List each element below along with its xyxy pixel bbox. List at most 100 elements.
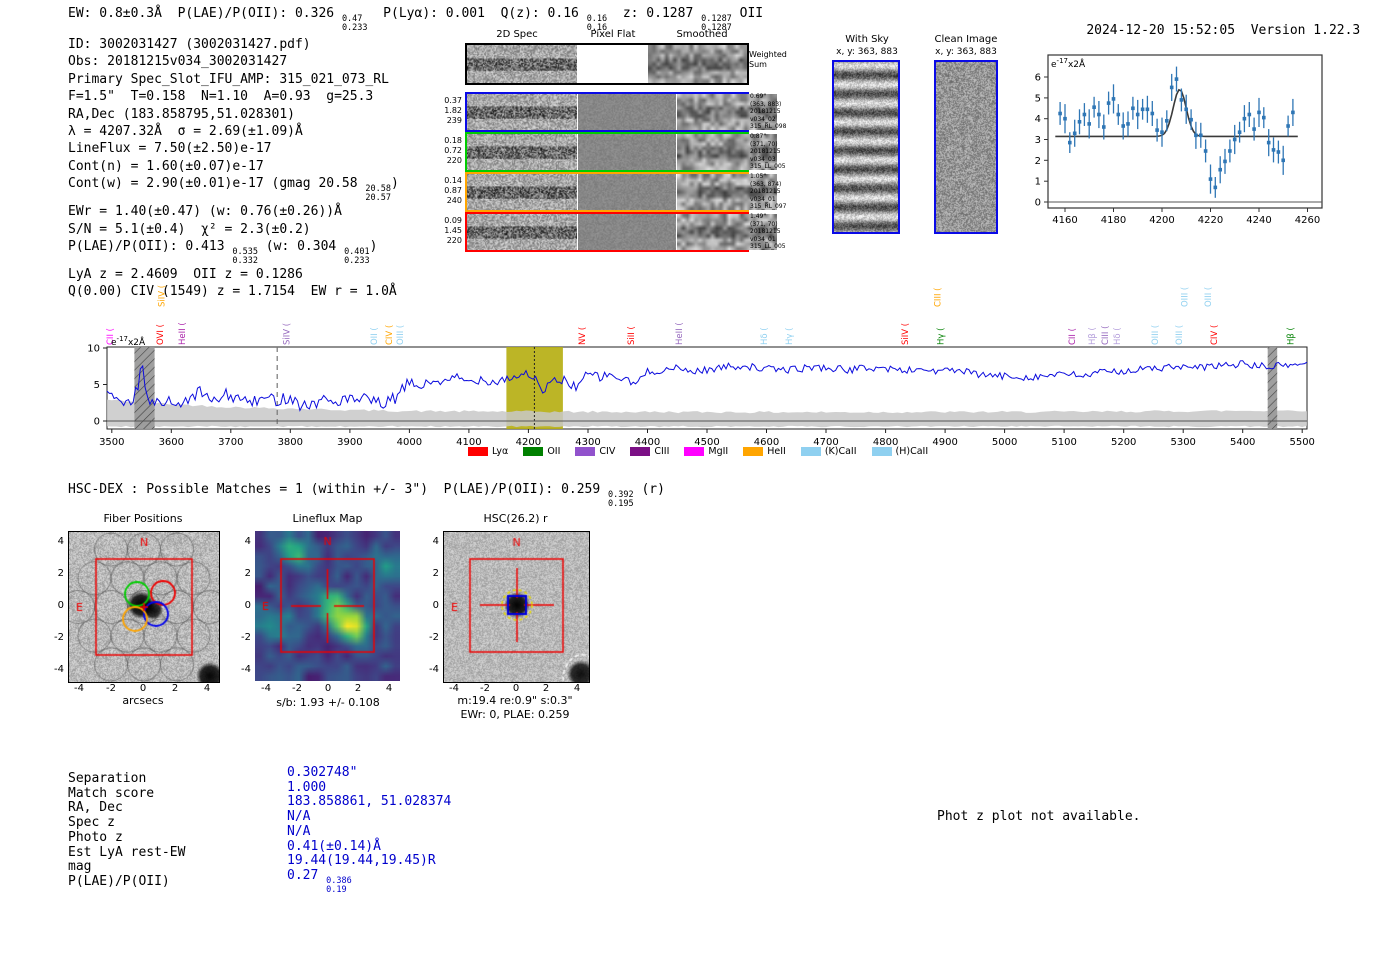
timestamp: 2024-12-20 15:52:05	[1086, 23, 1235, 38]
spec2d-row-left-labels: 0.371.82239	[436, 96, 462, 126]
cutout-ytick-label: -4	[421, 664, 439, 675]
cutout-xtick-label: 2	[536, 683, 556, 694]
cutout-xtick-label: 0	[133, 683, 153, 694]
spec2d-row-strip	[465, 132, 749, 172]
fiber-positions-xlabel: arcsecs	[68, 694, 218, 707]
svg-text:5500: 5500	[1289, 437, 1314, 448]
legend-item: CIV	[575, 446, 615, 457]
cutout-xtick-label: 0	[318, 683, 338, 694]
version-label: Version 1.22.3	[1251, 23, 1361, 38]
match-table-value: 0.302748"	[287, 766, 451, 781]
svg-text:5: 5	[1035, 93, 1041, 104]
info-line: F=1.5" T=0.158 N=1.10 A=0.93 g=25.3	[68, 88, 399, 105]
spec2d-row-strip	[465, 92, 749, 132]
svg-text:SiIV (: SiIV (	[158, 285, 168, 307]
svg-text:5000: 5000	[992, 437, 1017, 448]
info-line: RA,Dec (183.858795,51.028301)	[68, 106, 399, 123]
lineflux-map-image	[255, 531, 400, 681]
svg-text:4000: 4000	[397, 437, 422, 448]
match-table-label: Match score	[68, 787, 185, 802]
info-line: Cont(n) = 1.60(±0.07)e-17	[68, 158, 399, 175]
svg-text:OIII (: OIII (	[1151, 325, 1161, 345]
svg-text:OII (: OII (	[370, 327, 380, 345]
cutout-ytick-label: 4	[46, 536, 64, 547]
cutout-xtick-label: -2	[101, 683, 121, 694]
cutout-ytick-label: -2	[233, 632, 251, 643]
match-table-value: 183.858861, 51.028374	[287, 795, 451, 810]
svg-text:1: 1	[1035, 177, 1041, 188]
cutout-xtick-label: -4	[69, 683, 89, 694]
cutout-ytick-label: 2	[233, 568, 251, 579]
svg-text:Hγ (: Hγ (	[785, 328, 795, 345]
info-line: LineFlux = 7.50(±2.50)e-17	[68, 140, 399, 157]
with-sky-header: With Sky x, y: 363, 883	[812, 34, 922, 58]
spec2d-col-title-2: Pixel Flat	[583, 29, 643, 40]
clean-image-header: Clean Image x, y: 363, 883	[911, 34, 1021, 58]
cutout-ytick-label: -4	[233, 664, 251, 675]
match-table-label: Photo z	[68, 831, 185, 846]
fiber-positions-title: Fiber Positions	[68, 512, 218, 525]
legend-swatch	[575, 447, 595, 456]
match-table-labels: SeparationMatch scoreRA, DecSpec zPhoto …	[68, 772, 185, 890]
svg-text:HeII (: HeII (	[675, 322, 685, 345]
sup-sub-stack: 0.470.233	[342, 15, 368, 33]
svg-text:5200: 5200	[1111, 437, 1136, 448]
spec2d-row-strip	[465, 212, 749, 252]
line-fit-zoom-plot: 4160418042004220424042600123456e-17x2Å	[1020, 40, 1350, 230]
svg-text:2: 2	[1035, 156, 1041, 167]
detection-info-block: ID: 3002031427 (3002031427.pdf)Obs: 2018…	[68, 36, 399, 301]
svg-text:5: 5	[94, 380, 100, 391]
cutout-xtick-label: 2	[348, 683, 368, 694]
info-line: λ = 4207.32Å σ = 2.69(±1.09)Å	[68, 123, 399, 140]
info-line: S/N = 5.1(±0.4) χ² = 2.3(±0.2)	[68, 221, 399, 238]
match-table-label: P(LAE)/P(OII)	[68, 875, 185, 890]
svg-text:4200: 4200	[1149, 215, 1174, 226]
cutout-xtick-label: -2	[475, 683, 495, 694]
svg-text:4220: 4220	[1198, 215, 1223, 226]
cutout-xtick-label: 4	[567, 683, 587, 694]
full-spectrum-plot: CII ( OVI ( SiIV ( HeII ( SiIV ( OII ( CIV ( OI…	[85, 275, 1330, 457]
header-summary-line: EW: 0.8±0.3Å P(LAE)/P(OII): 0.326 0.470.…	[68, 5, 763, 33]
svg-text:Hβ (: Hβ (	[1286, 327, 1296, 345]
spec2d-row-right-labels: 0.69"(363, 883)20181215v034_02315_RL_098	[750, 93, 794, 131]
cutout-ytick-label: -4	[46, 664, 64, 675]
lineflux-map-title: Lineflux Map	[255, 512, 400, 525]
match-table-label: Est LyA rest-EW	[68, 846, 185, 861]
info-line: Obs: 20181215v034_3002031427	[68, 53, 399, 70]
info-line: Primary Spec_Slot_IFU_AMP: 315_021_073_R…	[68, 71, 399, 88]
hsc-caption-2: EWr: 0, PLAE: 0.259	[425, 708, 605, 721]
svg-text:SiII (: SiII (	[627, 326, 637, 345]
svg-text:SiIV (: SiIV (	[901, 323, 911, 345]
svg-text:0: 0	[1035, 198, 1041, 209]
sup-sub-stack: 20.5820.57	[365, 185, 391, 203]
match-table-values: 0.302748"1.000183.858861, 51.028374N/AN/…	[287, 766, 451, 895]
hsc-caption-1: m:19.4 re:0.9" s:0.3"	[425, 694, 605, 707]
with-sky-coords: x, y: 363, 883	[812, 46, 922, 58]
cutout-xtick-label: -2	[287, 683, 307, 694]
svg-text:CII (: CII (	[1068, 328, 1078, 345]
svg-text:0: 0	[94, 417, 100, 428]
legend-item: (H)CaII	[872, 446, 929, 457]
sup-sub-stack: 0.3920.195	[608, 491, 634, 509]
svg-text:OVI (: OVI (	[156, 324, 166, 345]
info-line: EWr = 1.40(±0.47) (w: 0.76(±0.26))Å	[68, 203, 399, 220]
svg-text:3800: 3800	[278, 437, 303, 448]
sup-sub-stack: 0.5350.332	[232, 248, 258, 266]
svg-text:OIII (: OIII (	[1204, 287, 1214, 307]
legend-item: MgII	[684, 446, 728, 457]
svg-text:4900: 4900	[932, 437, 957, 448]
spec2d-col-title-1: 2D Spec	[487, 29, 547, 40]
svg-text:5300: 5300	[1170, 437, 1195, 448]
match-table-label: Separation	[68, 772, 185, 787]
match-table-value: N/A	[287, 825, 451, 840]
cutout-ytick-label: -2	[421, 632, 439, 643]
legend-item: OII	[523, 446, 560, 457]
spec2d-row-strip	[465, 172, 749, 212]
svg-text:Hδ (: Hδ (	[1113, 327, 1123, 345]
cutout-xtick-label: 2	[165, 683, 185, 694]
svg-text:Hδ (: Hδ (	[760, 327, 770, 345]
legend-swatch	[523, 447, 543, 456]
svg-text:CIV (: CIV (	[385, 325, 395, 345]
spec2d-row-right-labels: 1.49"(371, 70)20181215v034_01315_LL_005	[750, 213, 794, 251]
photz-note: Phot z plot not available.	[937, 808, 1141, 825]
